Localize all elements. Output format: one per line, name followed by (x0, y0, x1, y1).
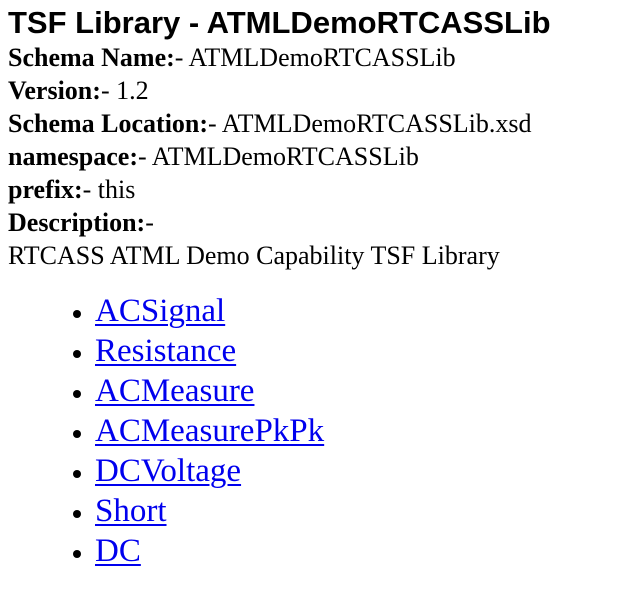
description-text: RTCASS ATML Demo Capability TSF Library (8, 241, 500, 270)
document-page: TSF Library - ATMLDemoRTCASSLib Schema N… (8, 0, 633, 571)
tsf-link-list: ACSignal Resistance ACMeasure ACMeasureP… (8, 291, 633, 571)
version-row: Version:- 1.2 (8, 74, 633, 107)
schema-location-row: Schema Location:- ATMLDemoRTCASSLib.xsd (8, 107, 633, 140)
list-item: ACMeasure (95, 371, 633, 411)
description-value: - (145, 208, 154, 237)
namespace-label: namespace: (8, 142, 138, 171)
namespace-row: namespace:- ATMLDemoRTCASSLib (8, 140, 633, 173)
prefix-label: prefix: (8, 175, 83, 204)
list-item: DCVoltage (95, 451, 633, 491)
description-row: Description:- (8, 206, 633, 239)
schema-location-value: - ATMLDemoRTCASSLib.xsd (208, 109, 532, 138)
description-label: Description: (8, 208, 146, 237)
schema-name-label: Schema Name: (8, 43, 175, 72)
version-value: - 1.2 (100, 76, 149, 105)
page-title: TSF Library - ATMLDemoRTCASSLib (8, 5, 551, 40)
list-item: Short (95, 491, 633, 531)
list-item: ACSignal (95, 291, 633, 331)
link-dcvoltage[interactable]: DCVoltage (95, 453, 241, 489)
list-item: DC (95, 531, 633, 571)
list-item: ACMeasurePkPk (95, 411, 633, 451)
version-label: Version: (8, 76, 101, 105)
prefix-value: - this (82, 175, 136, 204)
schema-location-label: Schema Location: (8, 109, 209, 138)
link-resistance[interactable]: Resistance (95, 333, 236, 369)
schema-info: Schema Name:- ATMLDemoRTCASSLib Version:… (8, 41, 633, 272)
link-acmeasure[interactable]: ACMeasure (95, 373, 254, 409)
link-acmeasurepkpk[interactable]: ACMeasurePkPk (95, 413, 324, 449)
link-dc[interactable]: DC (95, 533, 141, 569)
schema-name-value: - ATMLDemoRTCASSLib (174, 43, 456, 72)
prefix-row: prefix:- this (8, 173, 633, 206)
list-item: Resistance (95, 331, 633, 371)
link-short[interactable]: Short (95, 493, 167, 529)
namespace-value: - ATMLDemoRTCASSLib (137, 142, 419, 171)
link-acsignal[interactable]: ACSignal (95, 293, 225, 329)
schema-name-row: Schema Name:- ATMLDemoRTCASSLib (8, 41, 633, 74)
